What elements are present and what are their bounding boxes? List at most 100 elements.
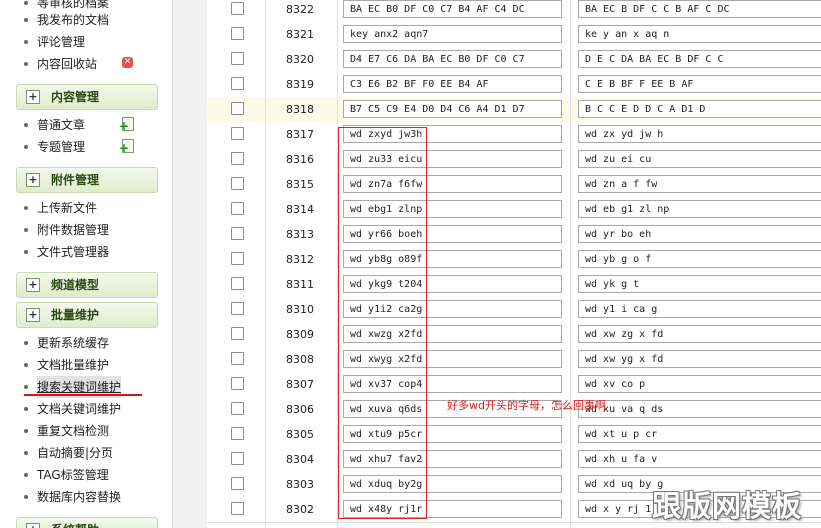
row-id: 8303 xyxy=(286,478,314,491)
row-checkbox[interactable] xyxy=(231,427,244,440)
row-checkbox[interactable] xyxy=(231,402,244,415)
bullet-icon xyxy=(24,385,28,389)
table-row: 8320 D4 E7 C6 DA BA EC B0 DF C0 C7 D E C D… xyxy=(207,47,821,73)
spelling-input[interactable]: wd xw zg x fd xyxy=(578,325,821,343)
row-checkbox[interactable] xyxy=(231,52,244,65)
spelling-input[interactable]: wd yk g t xyxy=(578,275,821,293)
spelling-input[interactable]: wd y1 i ca g xyxy=(578,300,821,318)
row-checkbox[interactable] xyxy=(231,452,244,465)
table-row: 8317 wd zxyd jw3h wd zx yd jw h xyxy=(207,122,821,148)
section-channel-model[interactable]: + 频道模型 xyxy=(16,272,158,298)
keyword-input[interactable]: key anx2 aqn7 xyxy=(343,25,562,43)
row-id: 8306 xyxy=(286,403,314,416)
bullet-icon xyxy=(24,250,28,254)
row-id: 8318 xyxy=(286,103,314,116)
row-checkbox[interactable] xyxy=(231,352,244,365)
bullet-icon xyxy=(24,62,28,66)
expand-icon[interactable]: + xyxy=(26,278,40,292)
spelling-input[interactable]: wd xw yg x fd xyxy=(578,350,821,368)
keyword-input[interactable]: C3 E6 B2 BF F0 EE B4 AF xyxy=(343,75,562,93)
keyword-input[interactable]: wd ebg1 zlnp xyxy=(343,200,562,218)
keyword-input[interactable]: wd x48y rj1r xyxy=(343,500,562,518)
table-row: 8321 key anx2 aqn7 ke y an x aq n xyxy=(207,22,821,48)
row-checkbox[interactable] xyxy=(231,2,244,15)
row-checkbox[interactable] xyxy=(231,227,244,240)
row-checkbox[interactable] xyxy=(231,27,244,40)
add-topic-icon[interactable] xyxy=(119,137,134,159)
spelling-input[interactable]: wd xv co p xyxy=(578,375,821,393)
keyword-input[interactable]: wd zn7a f6fw xyxy=(343,175,562,193)
row-checkbox[interactable] xyxy=(231,77,244,90)
spelling-input[interactable]: wd xt u p cr xyxy=(578,425,821,443)
spelling-input[interactable]: wd zn a f fw xyxy=(578,175,821,193)
row-id: 8311 xyxy=(286,278,314,291)
expand-icon[interactable]: + xyxy=(26,173,40,187)
section-content-management[interactable]: + 内容管理 xyxy=(16,84,158,110)
expand-icon[interactable]: + xyxy=(26,523,40,528)
expand-icon[interactable]: + xyxy=(26,308,40,322)
keyword-input[interactable]: BA EC B0 DF C0 C7 B4 AF C4 DC xyxy=(343,0,562,18)
row-checkbox[interactable] xyxy=(231,252,244,265)
row-id: 8302 xyxy=(286,503,314,516)
row-id: 8319 xyxy=(286,78,314,91)
keyword-input[interactable]: wd xv37 cop4 xyxy=(343,375,562,393)
keyword-input[interactable]: wd yb8g o89f xyxy=(343,250,562,268)
keyword-input[interactable]: wd zxyd jw3h xyxy=(343,125,562,143)
keyword-input[interactable]: D4 E7 C6 DA BA EC B0 DF C0 C7 xyxy=(343,50,562,68)
keyword-input[interactable]: wd xwzg x2fd xyxy=(343,325,562,343)
keyword-input[interactable]: wd yr66 boeh xyxy=(343,225,562,243)
row-checkbox[interactable] xyxy=(231,152,244,165)
spelling-input[interactable]: wd zu ei cu xyxy=(578,150,821,168)
row-checkbox[interactable] xyxy=(231,327,244,340)
row-checkbox[interactable] xyxy=(231,377,244,390)
recycle-bin-icon[interactable]: ✕ xyxy=(122,57,133,68)
bullet-icon xyxy=(24,123,28,127)
spelling-input[interactable]: B C C E D D C A D1 D xyxy=(578,100,821,118)
spelling-input[interactable]: wd zx yd jw h xyxy=(578,125,821,143)
sidebar-item-recycle-bin[interactable]: 内容回收站 ✕ xyxy=(0,53,172,75)
sidebar: 等审核的档案 我发布的文档 评论管理 内容回收站 ✕ + 内容管理 普通文章 专… xyxy=(0,0,172,528)
spelling-input[interactable]: BA EC B DF C C B AF C DC xyxy=(578,0,821,18)
row-id: 8304 xyxy=(286,453,314,466)
spelling-input[interactable]: wd yr bo eh xyxy=(578,225,821,243)
spelling-input[interactable]: wd xu va q ds xyxy=(578,400,821,418)
row-id: 8312 xyxy=(286,253,314,266)
row-checkbox[interactable] xyxy=(231,177,244,190)
keyword-input[interactable]: wd xduq by2g xyxy=(343,475,562,493)
watermark-logo: 跟版网模板 xyxy=(652,489,803,523)
keyword-input[interactable]: wd ykg9 t204 xyxy=(343,275,562,293)
keyword-input[interactable]: B7 C5 C9 E4 D0 D4 C6 A4 D1 D7 xyxy=(343,100,562,118)
keyword-input[interactable]: wd xtu9 p5cr xyxy=(343,425,562,443)
row-id: 8317 xyxy=(286,128,314,141)
spelling-input[interactable]: wd yb g o f xyxy=(578,250,821,268)
bullet-icon xyxy=(24,18,28,22)
section-system-help[interactable]: + 系统帮助 xyxy=(16,517,158,528)
keyword-input[interactable]: wd xhu7 fav2 xyxy=(343,450,562,468)
add-article-icon[interactable] xyxy=(119,115,134,137)
keyword-input[interactable]: wd y1i2 ca2g xyxy=(343,300,562,318)
spelling-input[interactable]: C E B BF F EE B AF xyxy=(578,75,821,93)
spelling-input[interactable]: ke y an x aq n xyxy=(578,25,821,43)
bullet-icon xyxy=(24,495,28,499)
spelling-input[interactable]: D E C DA BA EC B DF C C xyxy=(578,50,821,68)
expand-icon[interactable]: + xyxy=(26,90,40,104)
row-checkbox[interactable] xyxy=(231,127,244,140)
section-batch-maintenance[interactable]: + 批量维护 xyxy=(16,302,158,328)
spelling-input[interactable]: wd eb g1 zl np xyxy=(578,200,821,218)
row-checkbox[interactable] xyxy=(231,502,244,515)
row-checkbox[interactable] xyxy=(231,277,244,290)
keyword-input[interactable]: wd zu33 eicu xyxy=(343,150,562,168)
row-id: 8305 xyxy=(286,428,314,441)
spelling-input[interactable]: wd xh u fa v xyxy=(578,450,821,468)
keyword-input[interactable]: wd xwyg x2fd xyxy=(343,350,562,368)
row-id: 8314 xyxy=(286,203,314,216)
table-row: 8312 wd yb8g o89f wd yb g o f xyxy=(207,247,821,273)
section-attachments[interactable]: + 附件管理 xyxy=(16,167,158,193)
sidebar-item-articles[interactable]: 普通文章 xyxy=(0,114,172,137)
row-checkbox[interactable] xyxy=(231,477,244,490)
row-checkbox[interactable] xyxy=(231,302,244,315)
row-checkbox[interactable] xyxy=(231,202,244,215)
frame-divider xyxy=(172,0,208,528)
sidebar-item-topics[interactable]: 专题管理 xyxy=(0,136,172,159)
row-checkbox[interactable] xyxy=(231,102,244,115)
